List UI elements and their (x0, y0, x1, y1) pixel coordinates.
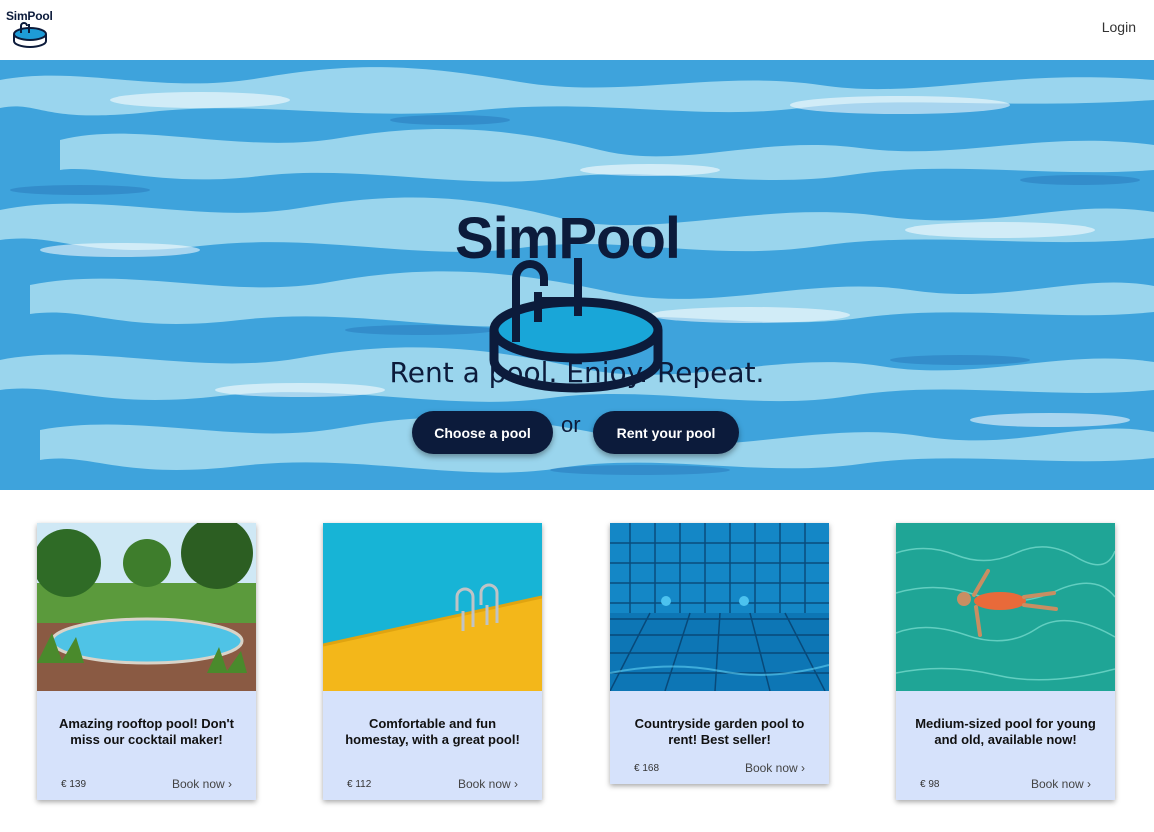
brand-logo[interactable]: SimPool (6, 9, 58, 51)
pool-card[interactable]: Amazing rooftop pool! Don't miss our coc… (37, 523, 256, 800)
pool-card-title: Comfortable and fun homestay, with a gre… (345, 716, 520, 747)
book-now-label: Book now (457, 777, 511, 791)
login-link[interactable]: Login (1102, 19, 1136, 35)
chevron-right-icon: › (228, 777, 232, 791)
pool-card[interactable]: Medium-sized pool for young and old, ava… (896, 523, 1115, 800)
choose-pool-button[interactable]: Choose a pool (412, 411, 553, 454)
pool-logo-icon (13, 22, 47, 48)
pool-card-title: Medium-sized pool for young and old, ava… (915, 716, 1096, 747)
brand-name: SimPool (6, 9, 53, 23)
pool-card-image (896, 523, 1115, 691)
book-now-link[interactable]: Book now › (172, 777, 232, 791)
chevron-right-icon: › (514, 777, 518, 791)
or-separator: or (561, 412, 581, 437)
pool-card-price: € 168 (634, 763, 660, 774)
rent-your-pool-button[interactable]: Rent your pool (593, 411, 739, 454)
pool-card-image (37, 523, 256, 691)
top-navbar: SimPool Login (0, 0, 1154, 60)
hero-tagline: Rent a pool. Enjoy. Repeat. (389, 356, 765, 389)
chevron-right-icon: › (801, 761, 805, 775)
pool-card[interactable]: Comfortable and fun homestay, with a gre… (323, 523, 542, 800)
hero-banner: SimPool Rent a pool. Enjoy. Repeat. Choo… (0, 60, 1154, 490)
pool-card-price: € 98 (920, 779, 940, 790)
pool-card[interactable]: Countryside garden pool to rent! Best se… (610, 523, 829, 784)
book-now-label: Book now (744, 761, 798, 775)
pool-card-price: € 139 (61, 779, 87, 790)
book-now-link[interactable]: Book now › (1031, 777, 1091, 791)
book-now-label: Book now (1030, 777, 1084, 791)
pool-card-title: Amazing rooftop pool! Don't miss our coc… (59, 716, 234, 747)
book-now-link[interactable]: Book now › (745, 761, 805, 775)
pool-card-price: € 112 (347, 779, 372, 790)
book-now-label: Book now (171, 777, 225, 791)
pool-card-image (323, 523, 542, 691)
pool-card-image (610, 523, 829, 691)
pool-card-title: Countryside garden pool to rent! Best se… (634, 716, 805, 747)
book-now-link[interactable]: Book now › (458, 777, 518, 791)
chevron-right-icon: › (1087, 777, 1091, 791)
